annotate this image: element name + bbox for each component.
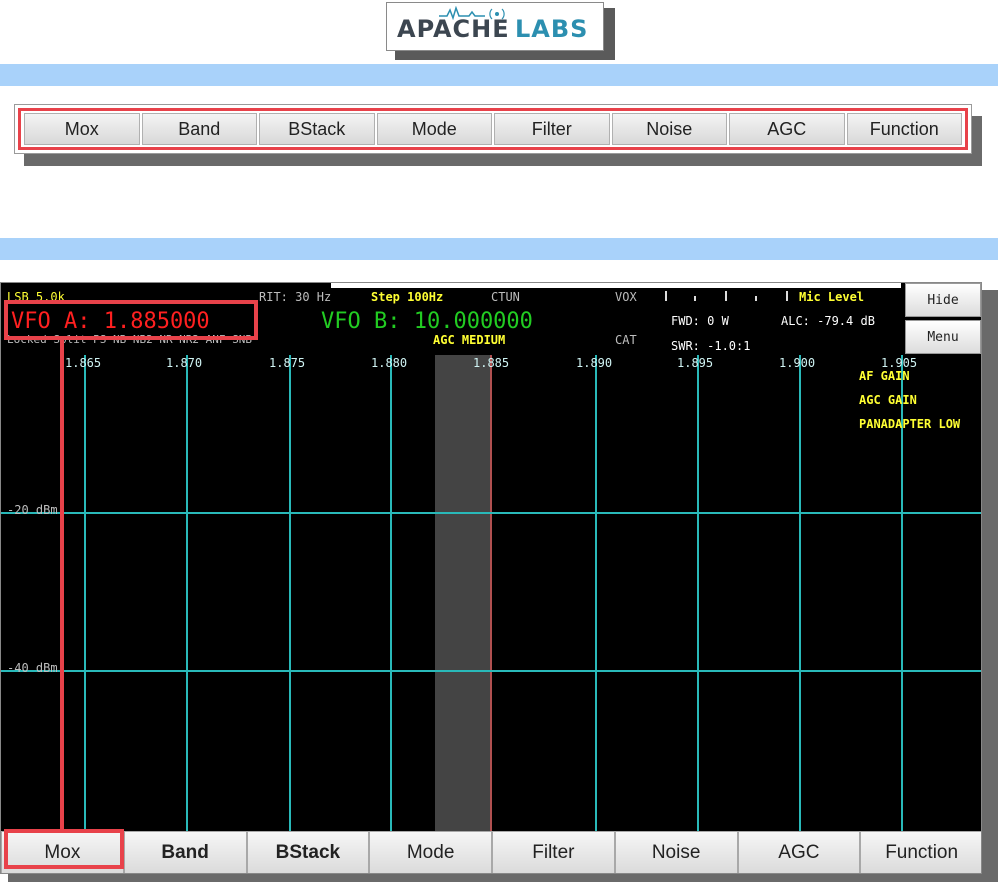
mox-highlight-box [4,829,124,869]
bottom-button-bar: Mox Band BStack Mode Filter Noise AGC Fu… [1,831,981,873]
logo-brand-right: LABS [515,15,589,43]
step-readout: Step 100Hz [371,290,444,304]
bottom-mode-button[interactable]: Mode [369,831,492,873]
freq-label: 1.890 [576,356,613,370]
grid-line-h [1,670,981,672]
freq-label: 1.870 [166,356,203,370]
bstack-button[interactable]: BStack [259,113,375,145]
freq-label: 1.900 [779,356,816,370]
grid-line-h [1,512,981,514]
cat-indicator: CAT [615,333,637,347]
passband-highlight [435,355,491,831]
freq-label: 1.885 [473,356,510,370]
band-button[interactable]: Band [141,113,257,145]
freq-label: 1.895 [677,356,714,370]
db-label: -40 dBm [7,661,58,675]
connector-line [60,340,64,832]
bottom-agc-button[interactable]: AGC [737,831,861,873]
grid-line-v [390,355,392,831]
grid-line-v [289,355,291,831]
panadapter-display[interactable]: 1.865 1.870 1.875 1.880 1.885 1.890 1.89… [0,282,982,874]
meter-tick [694,296,696,301]
grid-line-v [799,355,801,831]
tuning-marker-line [490,355,492,831]
logo-signal-icon [439,6,505,20]
top-strip [331,283,901,288]
section-band-1 [0,64,998,86]
hide-button[interactable]: Hide [905,283,981,317]
freq-label: 1.865 [65,356,102,370]
meter-tick [755,296,757,301]
mic-level-label: Mic Level [799,290,865,304]
freq-label: 1.875 [269,356,306,370]
db-label: -20 dBm [7,503,58,517]
apache-labs-logo: APACHE LABS [386,2,604,51]
meter-tick [786,291,788,301]
mode-button[interactable]: Mode [376,113,492,145]
alc-readout: ALC: -79.4 dB [781,314,875,328]
vfo-a-highlight-box [4,300,258,340]
swr-readout: SWR: -1.0:1 [671,339,751,353]
mox-button[interactable]: Mox [24,113,140,145]
freq-label: 1.880 [371,356,408,370]
vfo-b-readout[interactable]: VFO B: 10.000000 [321,309,533,334]
ctun-indicator: CTUN [491,290,520,304]
meter-tick [665,291,667,301]
bottom-filter-button[interactable]: Filter [492,831,615,873]
grid-line-v [84,355,86,831]
menu-button[interactable]: Menu [905,320,981,354]
function-button[interactable]: Function [846,113,962,145]
agc-gain-label: AGC GAIN [859,393,917,407]
fwd-power-readout: FWD: 0 W [671,314,729,328]
vox-indicator: VOX [615,290,637,304]
rit-readout: RIT: 30 Hz [259,290,332,304]
af-gain-label: AF GAIN [859,369,910,383]
bottom-band-button[interactable]: Band [123,831,247,873]
grid-line-v [697,355,699,831]
bottom-bstack-button[interactable]: BStack [246,831,370,873]
agc-mode-readout: AGC MEDIUM [433,333,506,347]
meter-tick [725,291,727,301]
freq-label: 1.905 [881,356,918,370]
grid-line-v [595,355,597,831]
bottom-function-button[interactable]: Function [860,831,981,873]
bottom-noise-button[interactable]: Noise [614,831,738,873]
filter-button[interactable]: Filter [494,113,610,145]
section-band-2 [0,238,998,260]
agc-button[interactable]: AGC [729,113,845,145]
top-button-bar: Mox Band BStack Mode Filter Noise AGC Fu… [18,108,968,150]
grid-line-v [186,355,188,831]
noise-button[interactable]: Noise [611,113,727,145]
panadapter-low-label: PANADAPTER LOW [859,417,961,431]
